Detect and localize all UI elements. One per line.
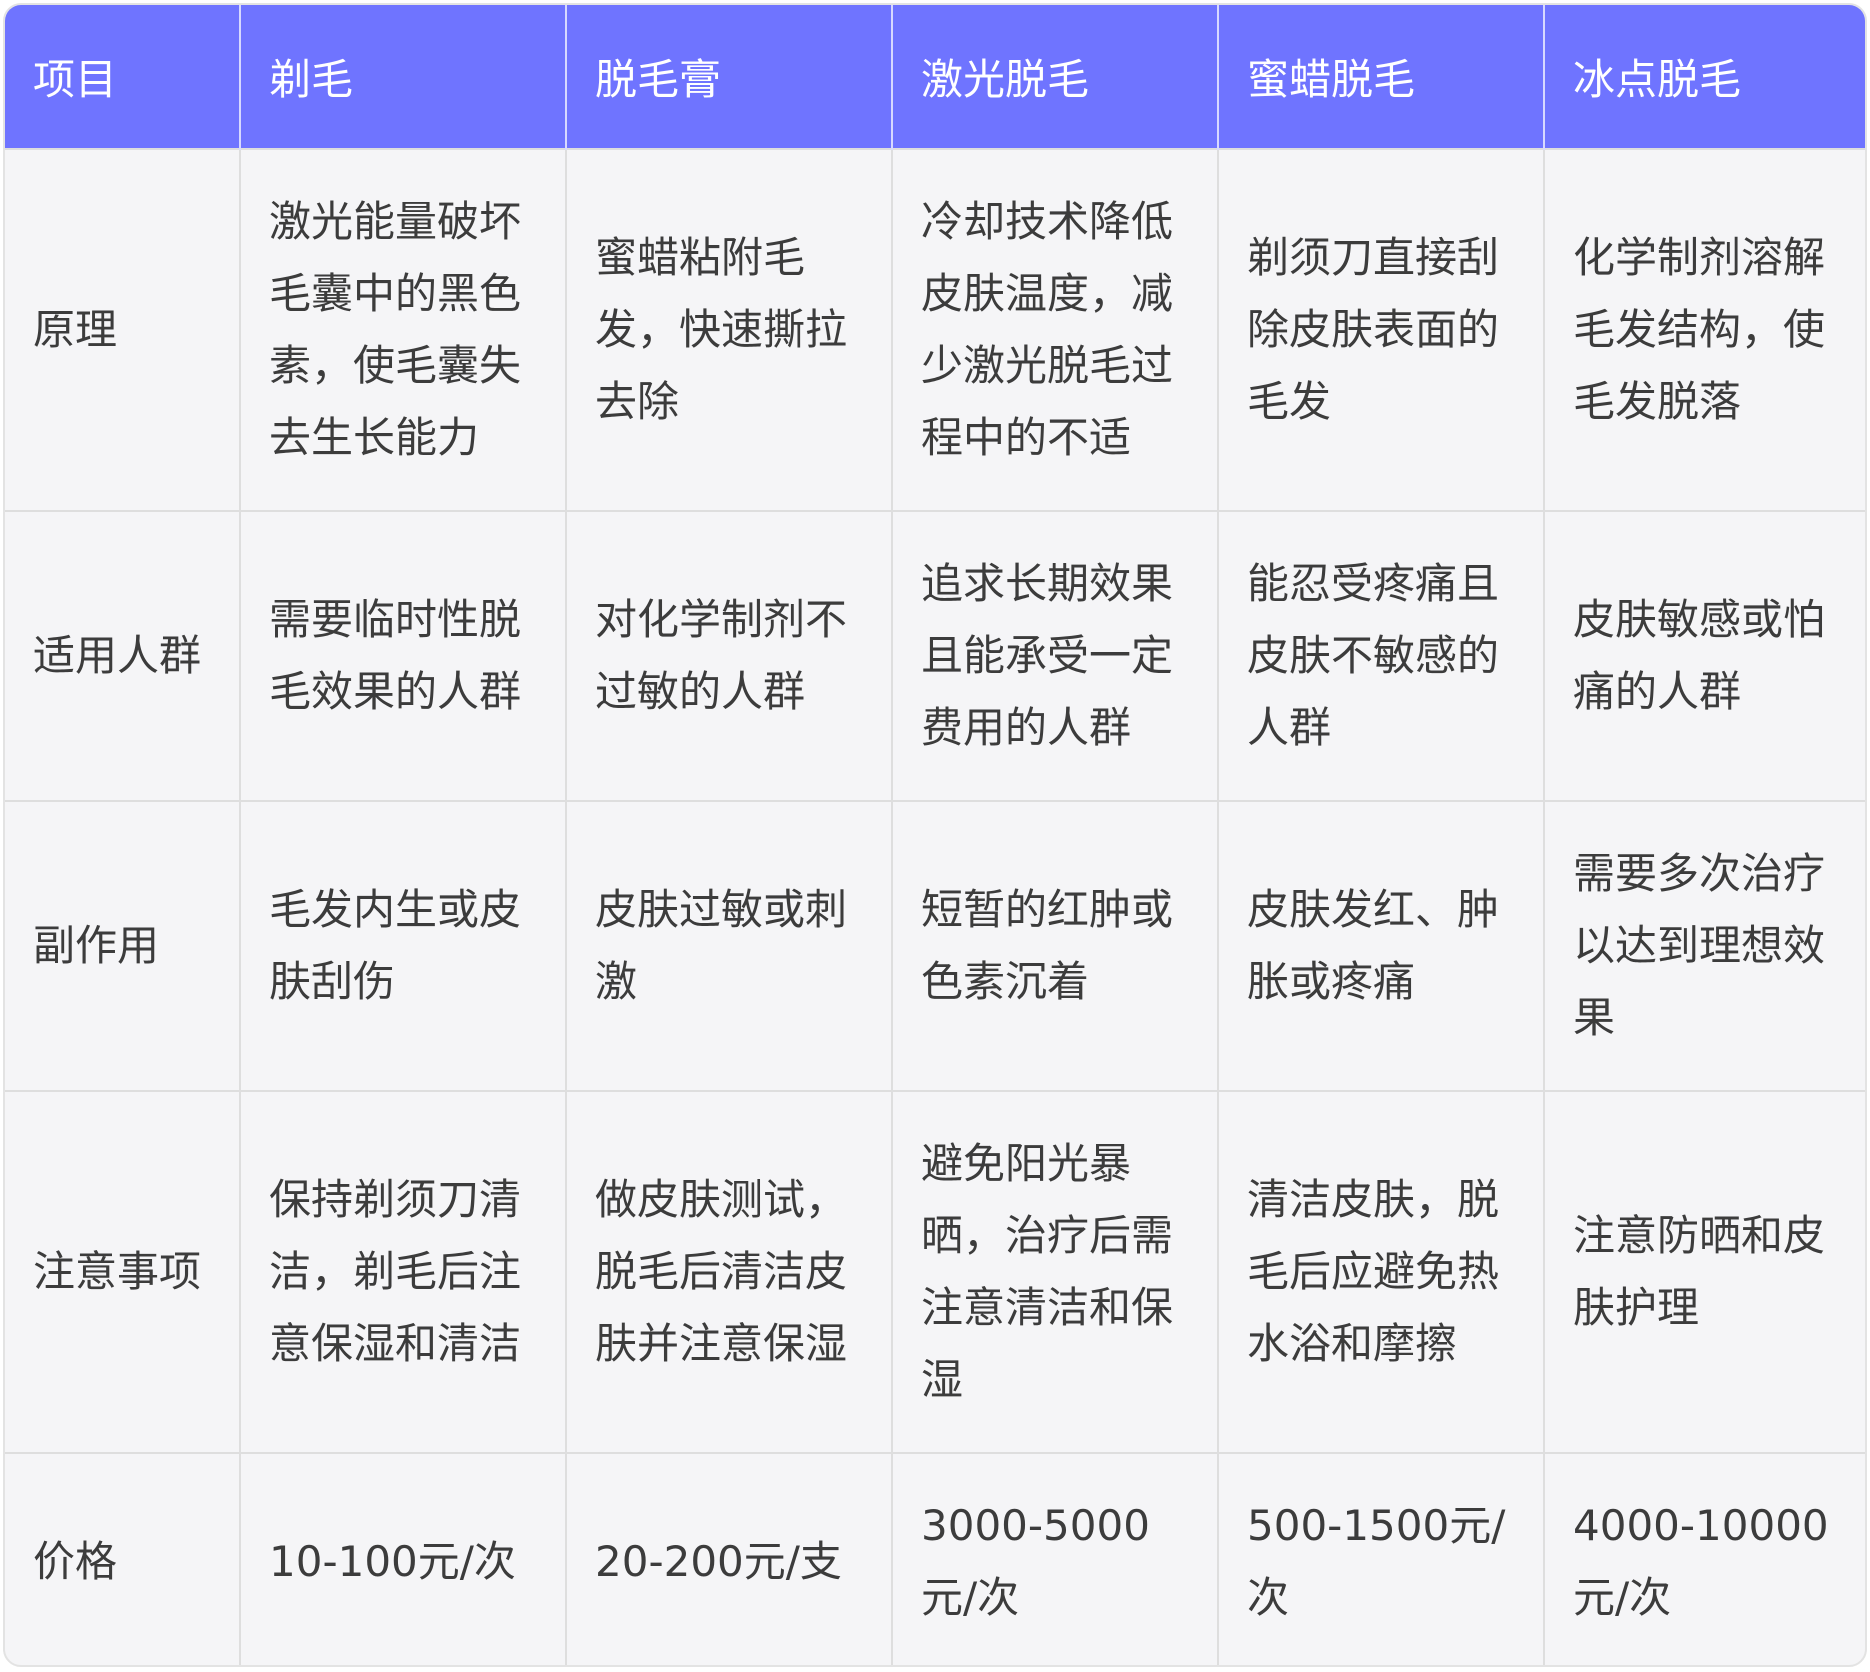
row-label: 副作用 xyxy=(5,800,241,1091)
row-label: 注意事项 xyxy=(5,1090,241,1453)
table-row-notes: 注意事项 保持剃须刀清洁，剃毛后注意保湿和清洁 做皮肤测试，脱毛后清洁皮肤并注意… xyxy=(5,1090,1865,1453)
table-cell: 蜜蜡粘附毛发，快速撕拉去除 xyxy=(566,148,893,511)
table-cell: 追求长期效果且能承受一定费用的人群 xyxy=(892,510,1219,801)
table-cell: 激光能量破坏毛囊中的黑色素，使毛囊失去生长能力 xyxy=(240,148,567,511)
header-cell-shaving: 剃毛 xyxy=(240,5,567,149)
table-row-audience: 适用人群 需要临时性脱毛效果的人群 对化学制剂不过敏的人群 追求长期效果且能承受… xyxy=(5,510,1865,801)
table-cell: 3000-5000元/次 xyxy=(892,1452,1219,1665)
table-cell: 毛发内生或皮肤刮伤 xyxy=(240,800,567,1091)
table-cell: 短暂的红肿或色素沉着 xyxy=(892,800,1219,1091)
hair-removal-comparison-table: 项目 剃毛 脱毛膏 激光脱毛 蜜蜡脱毛 冰点脱毛 原理 激光能量破坏毛囊中的黑色… xyxy=(5,5,1865,1665)
table-cell: 对化学制剂不过敏的人群 xyxy=(566,510,893,801)
table-cell: 500-1500元/次 xyxy=(1218,1452,1545,1665)
header-row: 项目 剃毛 脱毛膏 激光脱毛 蜜蜡脱毛 冰点脱毛 xyxy=(5,5,1865,149)
table-cell: 注意防晒和皮肤护理 xyxy=(1544,1090,1865,1453)
table-cell: 避免阳光暴晒，治疗后需注意清洁和保湿 xyxy=(892,1090,1219,1453)
table-row-side-effects: 副作用 毛发内生或皮肤刮伤 皮肤过敏或刺激 短暂的红肿或色素沉着 皮肤发红、肿胀… xyxy=(5,800,1865,1091)
comparison-table-container: 项目 剃毛 脱毛膏 激光脱毛 蜜蜡脱毛 冰点脱毛 原理 激光能量破坏毛囊中的黑色… xyxy=(3,3,1867,1667)
header-cell-ice-point: 冰点脱毛 xyxy=(1544,5,1865,149)
table-cell: 能忍受疼痛且皮肤不敏感的人群 xyxy=(1218,510,1545,801)
table-cell: 4000-10000元/次 xyxy=(1544,1452,1865,1665)
table-row-price: 价格 10-100元/次 20-200元/支 3000-5000元/次 500-… xyxy=(5,1452,1865,1665)
table-cell: 清洁皮肤，脱毛后应避免热水浴和摩擦 xyxy=(1218,1090,1545,1453)
table-cell: 需要临时性脱毛效果的人群 xyxy=(240,510,567,801)
table-cell: 做皮肤测试，脱毛后清洁皮肤并注意保湿 xyxy=(566,1090,893,1453)
header-cell-cream: 脱毛膏 xyxy=(566,5,893,149)
row-label: 适用人群 xyxy=(5,510,241,801)
table-cell: 皮肤发红、肿胀或疼痛 xyxy=(1218,800,1545,1091)
table-cell: 剃须刀直接刮除皮肤表面的毛发 xyxy=(1218,148,1545,511)
table-cell: 冷却技术降低皮肤温度，减少激光脱毛过程中的不适 xyxy=(892,148,1219,511)
table-cell: 皮肤敏感或怕痛的人群 xyxy=(1544,510,1865,801)
table-cell: 保持剃须刀清洁，剃毛后注意保湿和清洁 xyxy=(240,1090,567,1453)
table-cell: 需要多次治疗以达到理想效果 xyxy=(1544,800,1865,1091)
table-cell: 20-200元/支 xyxy=(566,1452,893,1665)
header-cell-item: 项目 xyxy=(5,5,241,149)
row-label: 原理 xyxy=(5,148,241,511)
table-cell: 皮肤过敏或刺激 xyxy=(566,800,893,1091)
table-cell: 化学制剂溶解毛发结构，使毛发脱落 xyxy=(1544,148,1865,511)
table-row-principle: 原理 激光能量破坏毛囊中的黑色素，使毛囊失去生长能力 蜜蜡粘附毛发，快速撕拉去除… xyxy=(5,148,1865,511)
header-cell-wax: 蜜蜡脱毛 xyxy=(1218,5,1545,149)
header-cell-laser: 激光脱毛 xyxy=(892,5,1219,149)
row-label: 价格 xyxy=(5,1452,241,1665)
table-cell: 10-100元/次 xyxy=(240,1452,567,1665)
